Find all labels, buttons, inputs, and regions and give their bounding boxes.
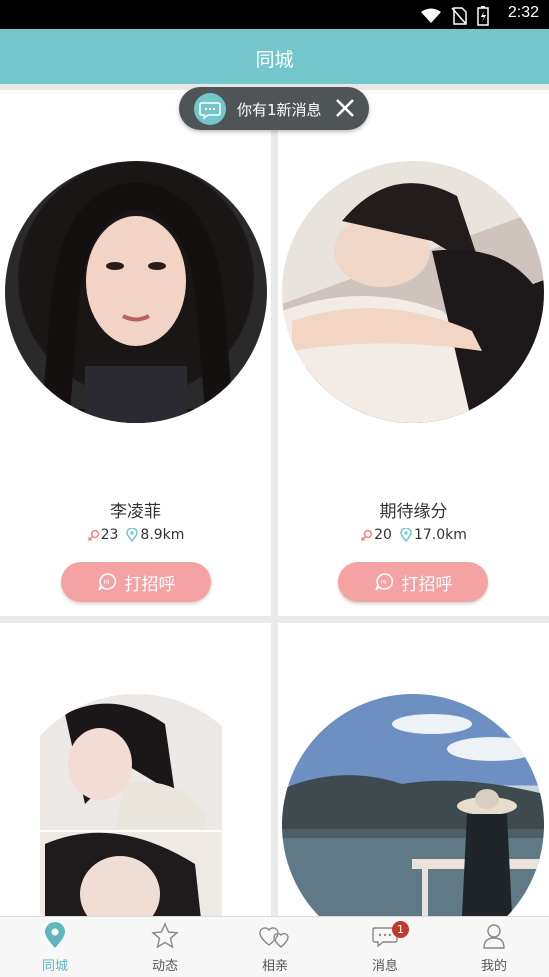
distance-info: 17.0km — [400, 527, 467, 543]
star-icon — [151, 922, 179, 949]
tab-profile[interactable]: 我的 — [439, 917, 549, 977]
tab-label: 动态 — [151, 959, 178, 974]
avatar[interactable] — [5, 161, 267, 423]
app-bar: 同城 — [0, 29, 549, 84]
distance-value: 17.0km — [413, 527, 467, 543]
no-sim-icon — [451, 7, 467, 25]
profile-grid: 李凌菲 23 8.9km HI 打招呼 期待缘分 20 17.0km HI 打招… — [0, 90, 549, 923]
hi-bubble-icon: HI — [374, 573, 393, 591]
profile-card[interactable] — [0, 623, 271, 923]
age-info: 23 — [87, 527, 119, 543]
greet-label: 打招呼 — [124, 574, 176, 595]
profile-meta: 20 17.0km — [278, 527, 549, 543]
page-title: 同城 — [255, 49, 294, 71]
tab-moments[interactable]: 动态 — [110, 917, 220, 977]
person-icon — [483, 924, 505, 949]
avatar[interactable] — [282, 161, 544, 423]
greet-button[interactable]: HI 打招呼 — [338, 562, 488, 602]
status-time: 2:32 — [507, 4, 539, 21]
wifi-icon — [421, 8, 441, 23]
tab-label: 消息 — [371, 959, 398, 974]
greet-button[interactable]: HI 打招呼 — [61, 562, 211, 602]
distance-info: 8.9km — [126, 527, 184, 543]
profile-card[interactable]: 期待缘分 20 17.0km HI 打招呼 — [278, 90, 549, 616]
svg-text:HI: HI — [380, 580, 386, 586]
location-pin-icon — [45, 922, 65, 948]
tab-matchmaking[interactable]: 相亲 — [220, 917, 330, 977]
female-icon — [87, 529, 99, 542]
age-info: 20 — [360, 527, 392, 543]
age-value: 23 — [100, 527, 119, 543]
status-bar: 2:32 — [0, 0, 549, 29]
tab-nearby[interactable]: 同城 — [0, 917, 110, 977]
avatar[interactable] — [282, 694, 544, 923]
tab-label: 相亲 — [261, 959, 288, 974]
tab-label: 我的 — [480, 959, 507, 974]
avatar[interactable] — [5, 694, 267, 923]
unread-badge: 1 — [392, 921, 409, 938]
distance-value: 8.9km — [140, 527, 185, 543]
female-icon — [361, 529, 373, 542]
tab-messages[interactable]: 1 消息 — [330, 917, 440, 977]
profile-name: 李凌菲 — [110, 502, 161, 522]
hearts-icon — [259, 927, 289, 948]
profile-meta: 23 8.9km — [0, 527, 271, 543]
location-pin-icon — [400, 528, 412, 542]
profile-card[interactable] — [278, 623, 549, 923]
hi-bubble-icon: HI — [97, 573, 116, 591]
profile-name: 期待缘分 — [379, 502, 448, 522]
bottom-tab-bar: 同城 动态 相亲 1 消息 我的 — [0, 916, 549, 977]
close-icon[interactable] — [331, 94, 359, 122]
profile-card[interactable]: 李凌菲 23 8.9km HI 打招呼 — [0, 90, 271, 616]
battery-icon — [477, 6, 489, 26]
toast-text: 你有1新消息 — [237, 101, 322, 119]
tab-label: 同城 — [41, 959, 68, 974]
location-pin-icon — [126, 528, 139, 542]
age-value: 20 — [374, 527, 392, 543]
status-icons — [421, 6, 489, 26]
new-message-toast[interactable]: 你有1新消息 — [179, 87, 369, 130]
greet-label: 打招呼 — [401, 574, 453, 595]
chat-bubble-icon — [194, 93, 226, 125]
svg-text:HI: HI — [103, 580, 109, 586]
